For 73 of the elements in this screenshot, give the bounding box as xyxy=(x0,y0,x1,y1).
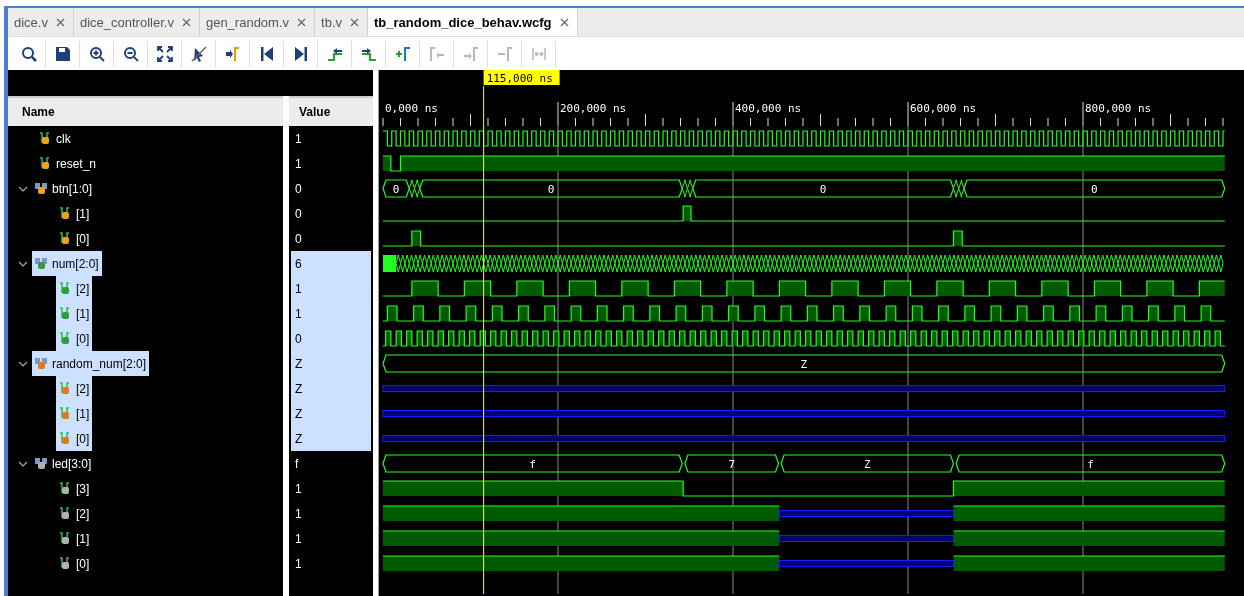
bus-transition xyxy=(681,179,694,198)
signal-value: 0 xyxy=(294,205,303,223)
signal-value: Z xyxy=(291,426,371,451)
signal-value: Z xyxy=(291,376,371,401)
bus-segment xyxy=(382,179,410,198)
pointer-off-icon xyxy=(190,45,207,62)
signal-name[interactable]: [1] xyxy=(76,206,90,221)
bus-value: 0 xyxy=(819,182,827,196)
signal-value: 1 xyxy=(291,301,371,326)
ruler-label: 0,000 ns xyxy=(385,102,438,115)
bus-value: f xyxy=(1087,457,1094,471)
ruler-label: 600,000 ns xyxy=(910,102,977,115)
signal-value: 1 xyxy=(291,276,371,301)
bus-value: Z xyxy=(800,357,808,371)
signal-value: 6 xyxy=(291,251,371,276)
column-header[interactable]: Value xyxy=(289,96,373,126)
bus-value: f xyxy=(529,457,536,471)
bus-value: 0 xyxy=(392,182,400,196)
signal-value: Z xyxy=(291,351,371,376)
goto-cursor-icon xyxy=(224,45,241,62)
signal-value: 1 xyxy=(294,530,303,548)
measure-icon xyxy=(530,45,547,62)
close-icon[interactable] xyxy=(181,17,191,27)
next-marker-icon xyxy=(462,45,479,62)
signal-name[interactable]: [0] xyxy=(76,556,90,571)
ruler-label: 400,000 ns xyxy=(735,102,802,115)
signal-value: 0 xyxy=(294,230,303,248)
expand-icon xyxy=(156,45,173,62)
signal-value: 1 xyxy=(294,130,303,148)
signal-name[interactable]: [0] xyxy=(76,231,90,246)
add-marker-icon xyxy=(394,45,411,62)
editor-tab[interactable]: tb_random_dice_behav.wcfg xyxy=(368,8,578,36)
column-header[interactable]: Name xyxy=(8,96,283,126)
bus-value: Z xyxy=(864,457,871,471)
signal-name[interactable]: [2] xyxy=(76,506,90,521)
signal-name[interactable]: [3] xyxy=(76,481,90,496)
skip-forward-icon xyxy=(292,45,309,62)
bus-value: 0 xyxy=(1091,182,1098,196)
next-edge-icon xyxy=(360,45,377,62)
signal-name[interactable]: clk xyxy=(56,131,71,146)
signal-value: f xyxy=(294,455,300,473)
signal-value: 1 xyxy=(294,155,303,173)
signal-name[interactable]: btn[1:0] xyxy=(52,181,93,196)
signal-name[interactable]: reset_n xyxy=(56,156,97,171)
zoom-out-icon xyxy=(122,45,139,62)
close-icon[interactable] xyxy=(55,17,65,27)
save-icon xyxy=(54,45,71,62)
cursor-time-label[interactable]: 115,000 ns xyxy=(483,70,560,85)
signal-value: 1 xyxy=(294,480,303,498)
signal-name[interactable]: [1] xyxy=(76,531,90,546)
signal-name[interactable]: led[3:0] xyxy=(52,456,92,471)
bus-value: 0 xyxy=(547,182,555,196)
cursor-line[interactable] xyxy=(483,126,485,594)
signal-value: 1 xyxy=(294,555,303,573)
signal-value: Z xyxy=(291,401,371,426)
close-icon[interactable] xyxy=(297,17,307,27)
previous-marker-icon xyxy=(428,45,445,62)
cursor-line[interactable] xyxy=(483,85,485,126)
skip-back-icon xyxy=(258,45,275,62)
bus-transition xyxy=(408,179,421,198)
signal-value: 1 xyxy=(294,505,303,523)
search-icon xyxy=(20,45,37,62)
previous-edge-icon xyxy=(326,45,343,62)
zoom-in-icon xyxy=(88,45,105,62)
close-icon[interactable] xyxy=(350,17,359,27)
signal-value: 0 xyxy=(291,326,371,351)
ruler-label: 800,000 ns xyxy=(1085,102,1152,115)
bus-transition xyxy=(953,179,965,198)
signal-value: 0 xyxy=(294,180,303,198)
remove-marker-icon xyxy=(496,45,513,62)
bus-value: 7 xyxy=(728,457,735,471)
ruler-label: 200,000 ns xyxy=(560,102,627,115)
close-icon[interactable] xyxy=(559,17,569,27)
